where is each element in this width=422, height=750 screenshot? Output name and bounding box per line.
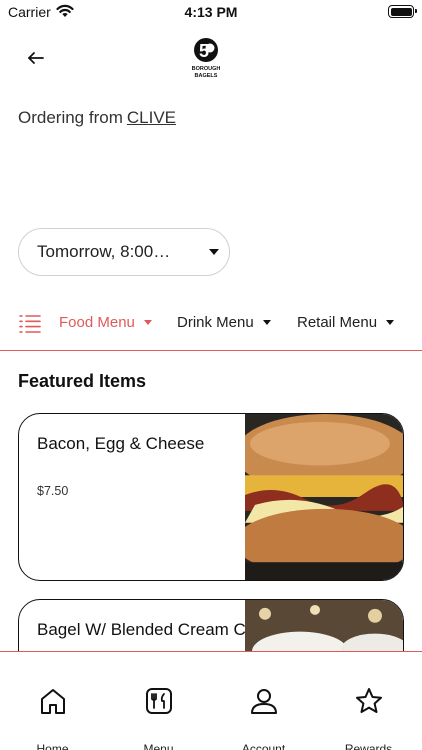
nav-account[interactable]: Account xyxy=(211,652,316,750)
item-name: Bacon, Egg & Cheese xyxy=(37,434,205,453)
nav-rewards[interactable]: Rewards xyxy=(316,652,421,750)
tab-food-menu-label: Food Menu xyxy=(59,314,135,331)
logo-line2: BAGELS xyxy=(195,73,218,79)
ordering-from: Ordering from CLIVE xyxy=(18,108,176,128)
status-bar: Carrier 4:13 PM xyxy=(0,0,422,24)
nav-menu-label: Menu xyxy=(143,742,174,750)
list-icon[interactable] xyxy=(18,313,42,335)
tab-food-menu[interactable]: Food Menu xyxy=(59,314,152,331)
tab-retail-menu[interactable]: Retail Menu xyxy=(297,314,395,331)
battery-icon xyxy=(388,5,417,18)
menu-tab-bar: Food Menu Drink Menu Retail Menu xyxy=(0,305,422,351)
nav-menu[interactable]: Menu xyxy=(106,652,211,750)
logo-line1: BOROUGH xyxy=(192,66,221,72)
menu-utensils-icon xyxy=(146,688,172,714)
nav-home[interactable]: Home xyxy=(0,652,105,750)
user-icon xyxy=(251,689,277,714)
featured-items-heading: Featured Items xyxy=(18,371,147,391)
featured-item-card[interactable]: Bacon, Egg & Cheese $7.50 xyxy=(18,413,404,581)
ordering-prefix: Ordering from xyxy=(18,108,123,127)
clock: 4:13 PM xyxy=(184,4,238,20)
nav-rewards-label: Rewards xyxy=(344,742,393,750)
home-icon xyxy=(41,689,65,714)
bottom-nav: Home Menu Account Rewards xyxy=(0,651,422,750)
item-photo xyxy=(245,414,403,580)
star-icon xyxy=(356,688,382,713)
nav-account-label: Account xyxy=(241,742,286,750)
location-link[interactable]: CLIVE xyxy=(127,108,176,127)
chevron-down-icon xyxy=(262,320,271,325)
logo-number: 5 xyxy=(199,41,209,61)
brand-logo: 5 BOROUGH BAGELS xyxy=(192,38,221,79)
pickup-time-value: Tomorrow, 8:00… xyxy=(37,242,171,261)
tab-drink-menu-label: Drink Menu xyxy=(177,314,254,331)
pickup-time-select[interactable]: Tomorrow, 8:00… xyxy=(18,228,230,276)
item-price: $7.50 xyxy=(37,484,69,498)
nav-home-label: Home xyxy=(36,742,69,750)
back-button[interactable] xyxy=(22,44,50,72)
tab-drink-menu[interactable]: Drink Menu xyxy=(177,314,271,331)
arrow-left-icon xyxy=(28,52,44,64)
chevron-down-icon xyxy=(386,320,395,325)
chevron-down-icon xyxy=(209,249,219,255)
chevron-down-icon xyxy=(143,320,152,325)
tab-retail-menu-label: Retail Menu xyxy=(297,314,378,331)
